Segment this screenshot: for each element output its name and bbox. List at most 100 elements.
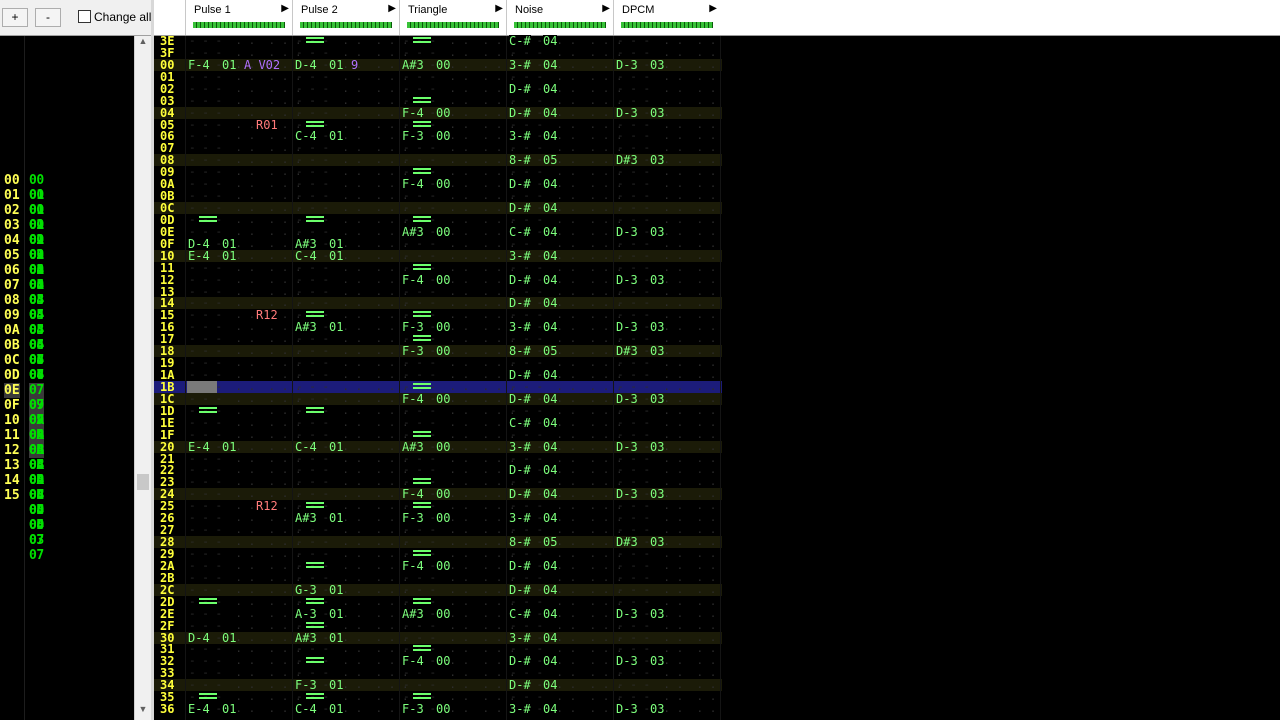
pattern-cell-noise[interactable]: - - - . . . . . C-# 04 (506, 416, 623, 429)
checkbox-box[interactable] (78, 10, 91, 23)
pattern-cell-pulse-2[interactable]: - - - . . . . . C-4 01 (292, 703, 409, 716)
pattern-cell-dpcm[interactable]: - - - . . . . . (613, 583, 730, 596)
pattern-cell-dpcm[interactable]: - - - . . . . . (613, 595, 730, 608)
channel-arrow-icon[interactable]: ▶ (602, 3, 610, 14)
pattern-cell-pulse-1[interactable]: - - - . . . . . (185, 583, 302, 596)
pattern-cell-triangle[interactable]: - - - . . . . . (399, 70, 516, 83)
pattern-cell-triangle[interactable]: - - - . . . . . A#3 00 (399, 607, 516, 620)
pattern-cell-pulse-2[interactable]: - - - . . . . . (292, 428, 409, 441)
pattern-cell-pulse-1[interactable]: - - - . . . . . (185, 70, 302, 83)
pattern-cell-pulse-2[interactable]: - - - . . . . . (292, 273, 409, 286)
pattern-cell-triangle[interactable]: - - - . . . . . (399, 261, 516, 274)
pattern-cell-pulse-1[interactable]: - - - . . . . . (185, 261, 302, 274)
pattern-cell-pulse-2[interactable]: - - - . . . . . (292, 619, 409, 632)
pattern-cell-pulse-1[interactable]: - - - . . . . . (185, 106, 302, 119)
pattern-cell-noise[interactable]: - - - . . . . . C-# 04 (506, 607, 623, 620)
pattern-cell-triangle[interactable]: - - - . . . . . (399, 428, 516, 441)
pattern-cell-noise[interactable]: - - - . . . . . 3-# 04 (506, 249, 623, 262)
pattern-cell-pulse-1[interactable]: - - - . . . . . (185, 94, 302, 107)
pattern-row[interactable]: 12- - - . . . . .- - - . . . . .- - - . … (154, 273, 730, 286)
pattern-cell-pulse-2[interactable]: - - - . . . . . (292, 416, 409, 429)
pattern-cell-triangle[interactable]: - - - . . . . . F-3 00 (399, 703, 516, 716)
channel-header-pulse-1[interactable]: Pulse 1 ▶ (185, 0, 293, 35)
pattern-cell-dpcm[interactable]: - - - . . . . . (613, 249, 730, 262)
pattern-cell-triangle[interactable]: - - - . . . . . (399, 595, 516, 608)
pattern-cell-pulse-2[interactable]: - - - . . . . . A-3 01 (292, 607, 409, 620)
pattern-cell-pulse-2[interactable]: - - - . . . . . (292, 595, 409, 608)
remove-frame-button[interactable]: - (35, 8, 61, 27)
pattern-cell-pulse-2[interactable]: - - - . . . . . G-3 01 (292, 583, 409, 596)
pattern-cell-noise[interactable]: - - - . . . . . D-# 04 (506, 273, 623, 286)
pattern-cell-triangle[interactable]: - - - . . . . . (399, 619, 516, 632)
pattern-row[interactable]: 11- - - . . . . .- - - . . . . .- - - . … (154, 261, 730, 274)
pattern-cell-noise[interactable]: - - - . . . . . D-# 04 (506, 583, 623, 596)
pattern-cell-triangle[interactable]: - - - . . . . . (399, 416, 516, 429)
pattern-cell-pulse-2[interactable]: - - - . . . . . C-4 01 (292, 440, 409, 453)
channel-arrow-icon[interactable]: ▶ (281, 3, 289, 14)
pattern-cell-noise[interactable]: - - - . . . . . 3-# 04 (506, 703, 623, 716)
pattern-cell-pulse-2[interactable]: - - - . . . . . (292, 70, 409, 83)
channel-arrow-icon[interactable]: ▶ (388, 3, 396, 14)
pattern-row[interactable]: 01- - - . . . . .- - - . . . . .- - - . … (154, 70, 730, 83)
channel-header-pulse-2[interactable]: Pulse 2 ▶ (292, 0, 400, 35)
pattern-cell-dpcm[interactable]: - - - . . . . . (613, 619, 730, 632)
pattern-cell-dpcm[interactable]: - - - . . . . . (613, 94, 730, 107)
scroll-thumb[interactable] (137, 474, 149, 490)
pattern-row[interactable]: 1F - - - . . . . .- - - . . . . .- - - . … (154, 428, 730, 441)
pattern-cell-triangle[interactable]: - - - . . . . . F-4 00 (399, 106, 516, 119)
pattern-cell-triangle[interactable]: - - - . . . . . A#3 00 (399, 440, 516, 453)
pattern-cell-pulse-2[interactable]: - - - . . . . . (292, 106, 409, 119)
add-frame-button[interactable]: + (2, 8, 28, 27)
frame-list[interactable]: 00 00 00 00 00 02 01 01 01 01 01 02 02 00 00 … (0, 36, 134, 720)
scroll-down-icon[interactable]: ▼ (135, 704, 151, 714)
pattern-cell-pulse-1[interactable]: - - - . . . . . E-4 01 (185, 249, 302, 262)
pattern-row[interactable]: 1E - - - . . . . .- - - . . . . .- - - . … (154, 416, 730, 429)
pattern-cell-dpcm[interactable]: - - - . . . . . (613, 82, 730, 95)
change-all-checkbox[interactable]: Change all (78, 10, 151, 24)
pattern-cell-triangle[interactable]: - - - . . . . . (399, 82, 516, 95)
pattern-row[interactable]: 20- - - . . . . . E-4 01- - - . . . . . C-4… (154, 440, 730, 453)
pattern-cell-pulse-1[interactable]: - - - . . . . . (185, 428, 302, 441)
pattern-cell-pulse-2[interactable]: - - - . . . . . C-4 01 (292, 249, 409, 262)
pattern-row[interactable]: 2E - - - . . . . .- - - . . . . . A-3 01- -… (154, 607, 730, 620)
pattern-cell-dpcm[interactable]: - - - . . . . . D-3 03 (613, 273, 730, 286)
pattern-cell-noise[interactable]: - - - . . . . . (506, 595, 623, 608)
pattern-cell-dpcm[interactable]: - - - . . . . . (613, 428, 730, 441)
pattern-cell-pulse-2[interactable]: - - - . . . . . (292, 94, 409, 107)
pattern-cell-triangle[interactable]: - - - . . . . . (399, 583, 516, 596)
pattern-row[interactable]: 2F - - - . . . . .- - - . . . . .- - - . … (154, 619, 730, 632)
channel-arrow-icon[interactable]: ▶ (495, 3, 503, 14)
pattern-row[interactable]: 03- - - . . . . .- - - . . . . .- - - . … (154, 94, 730, 107)
pattern-cell-pulse-2[interactable]: - - - . . . . . (292, 82, 409, 95)
pattern-cell-pulse-1[interactable]: - - - . . . . . (185, 619, 302, 632)
pattern-cell-noise[interactable]: - - - . . . . . D-# 04 (506, 106, 623, 119)
channel-header-dpcm[interactable]: DPCM ▶ (613, 0, 721, 35)
pattern-cell-pulse-1[interactable]: - - - . . . . . (185, 595, 302, 608)
pattern-row[interactable]: 2C - - - . . . . .- - - . . . . . G-3 01- -… (154, 583, 730, 596)
channel-arrow-icon[interactable]: ▶ (709, 3, 717, 14)
frame-list-scrollbar[interactable]: ▲ ▼ (134, 36, 151, 720)
pattern-cell-noise[interactable]: - - - . . . . . (506, 70, 623, 83)
pattern-cell-triangle[interactable]: - - - . . . . . F-4 00 (399, 273, 516, 286)
pattern-cell-dpcm[interactable]: - - - . . . . . (613, 416, 730, 429)
pattern-row[interactable]: 2D - - - . . . . .- - - . . . . .- - - . … (154, 595, 730, 608)
pattern-cell-noise[interactable]: - - - . . . . . 3-# 04 (506, 440, 623, 453)
pattern-cell-noise[interactable]: - - - . . . . . (506, 619, 623, 632)
pattern-cell-triangle[interactable]: - - - . . . . . (399, 94, 516, 107)
pattern-row[interactable]: 04- - - . . . . .- - - . . . . .- - - . … (154, 106, 730, 119)
pattern-row[interactable]: 36- - - . . . . . E-4 01- - - . . . . . C-4… (154, 703, 730, 716)
channel-header-noise[interactable]: Noise ▶ (506, 0, 614, 35)
pattern-cell-pulse-1[interactable]: - - - . . . . . (185, 607, 302, 620)
pattern-cell-pulse-2[interactable]: - - - . . . . . A#3 01 (292, 237, 409, 250)
pattern-editor[interactable]: 3E - - - . . . . .- - - . . . . .- - - . … (154, 35, 730, 720)
pattern-row[interactable]: 0F - - - . . . . . D-4 01 - - - . . . . . A#3… (154, 237, 730, 250)
pattern-cell-pulse-1[interactable]: - - - . . . . . E-4 01 (185, 440, 302, 453)
pattern-cell-pulse-1[interactable]: - - - . . . . . E-4 01 (185, 703, 302, 716)
pattern-cell-pulse-1[interactable]: - - - . . . . . (185, 416, 302, 429)
pattern-cell-triangle[interactable]: - - - . . . . . (399, 237, 516, 250)
pattern-cell-noise[interactable]: - - - . . . . . D-# 04 (506, 82, 623, 95)
pattern-cell-dpcm[interactable]: - - - . . . . . D-3 03 (613, 703, 730, 716)
pattern-cell-dpcm[interactable]: - - - . . . . . (613, 237, 730, 250)
channel-header-triangle[interactable]: Triangle ▶ (399, 0, 507, 35)
pattern-cell-noise[interactable]: - - - . . . . . (506, 261, 623, 274)
